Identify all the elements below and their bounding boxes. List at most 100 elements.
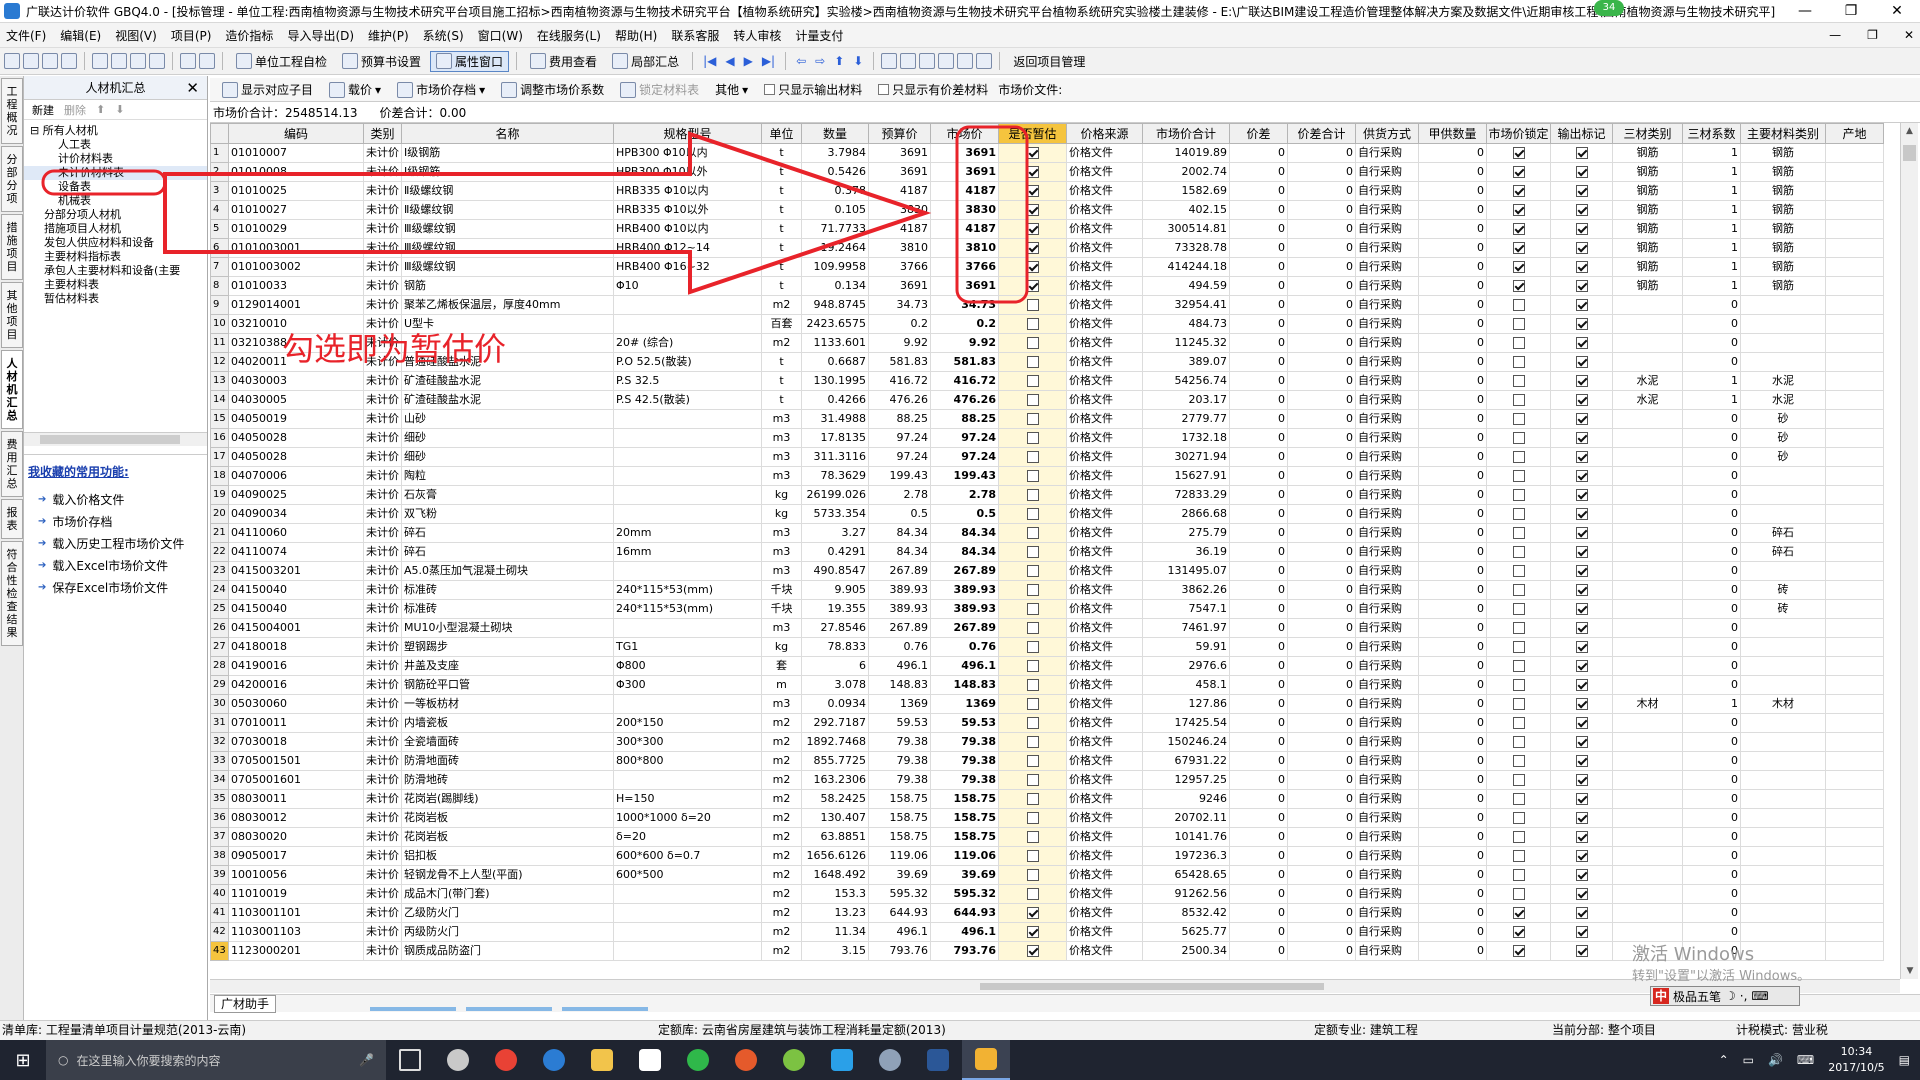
grid-icon[interactable] <box>957 53 974 69</box>
row-number[interactable]: 13 <box>210 371 229 391</box>
table-cell[interactable]: 3691 <box>930 143 999 163</box>
table-cell[interactable]: 自行采购 <box>1355 162 1419 182</box>
table-cell[interactable]: t <box>761 219 802 239</box>
table-cell[interactable]: Φ300 <box>613 675 762 695</box>
new-file-icon[interactable] <box>4 53 20 69</box>
table-cell[interactable]: 3691 <box>930 162 999 182</box>
table-cell[interactable] <box>1740 903 1826 923</box>
table-cell[interactable] <box>1740 751 1826 771</box>
table-cell[interactable] <box>1550 865 1613 885</box>
wechat-icon[interactable] <box>674 1040 722 1080</box>
table-cell[interactable] <box>1740 922 1826 942</box>
table-cell[interactable]: 0 <box>1418 314 1487 334</box>
table-cell[interactable]: 未计价 <box>363 751 402 771</box>
table-cell[interactable]: 4187 <box>930 219 999 239</box>
table-cell[interactable] <box>1612 523 1683 543</box>
table-cell[interactable]: 花岗岩板 <box>401 808 614 828</box>
table-cell[interactable]: 150246.24 <box>1142 732 1230 752</box>
checkbox-unchecked-icon[interactable] <box>1026 755 1039 767</box>
table-cell[interactable]: 84.34 <box>868 523 931 543</box>
table-cell[interactable] <box>998 485 1067 505</box>
table-cell[interactable]: 65428.65 <box>1142 865 1230 885</box>
table-cell[interactable]: 0 <box>1682 352 1741 372</box>
table-cell[interactable]: m2 <box>761 922 802 942</box>
table-cell[interactable]: 9.92 <box>868 333 931 353</box>
table-cell[interactable]: 未计价 <box>363 162 402 182</box>
table-cell[interactable]: 自行采购 <box>1355 504 1419 524</box>
table-cell[interactable] <box>1825 884 1884 904</box>
table-cell[interactable] <box>1550 808 1613 828</box>
menu-item[interactable]: 造价指标 <box>225 27 273 44</box>
table-cell[interactable] <box>1825 599 1884 619</box>
table-cell[interactable] <box>1825 827 1884 847</box>
table-cell[interactable] <box>1550 238 1613 258</box>
table-cell[interactable]: HRB335 Φ10以外 <box>613 200 762 220</box>
table-cell[interactable]: 595.32 <box>868 884 931 904</box>
checkbox-unchecked-icon[interactable] <box>1512 451 1525 463</box>
export-icon[interactable] <box>938 53 955 69</box>
table-cell[interactable]: m2 <box>761 713 802 733</box>
table-cell[interactable]: 价格文件 <box>1066 162 1143 182</box>
table-cell[interactable]: 1 <box>1682 200 1741 220</box>
table-cell[interactable] <box>1550 751 1613 771</box>
table-cell[interactable]: 416.72 <box>930 371 999 391</box>
table-cell[interactable]: 2.78 <box>930 485 999 505</box>
table-cell[interactable] <box>1486 827 1551 847</box>
row-number[interactable]: 7 <box>210 257 229 277</box>
table-cell[interactable] <box>998 447 1067 467</box>
blue-app-icon[interactable] <box>818 1040 866 1080</box>
checkbox-checked-icon[interactable] <box>1575 907 1588 919</box>
table-cell[interactable] <box>1550 276 1613 296</box>
table-cell[interactable]: kg <box>761 485 802 505</box>
table-cell[interactable]: 0 <box>1418 694 1487 714</box>
table-cell[interactable]: 0 <box>1287 884 1356 904</box>
table-cell[interactable]: 79.38 <box>930 751 999 771</box>
table-cell[interactable]: 34.73 <box>930 295 999 315</box>
table-cell[interactable]: 9246 <box>1142 789 1230 809</box>
table-cell[interactable]: 钢筋 <box>1740 257 1826 277</box>
table-cell[interactable] <box>1740 352 1826 372</box>
table-cell[interactable] <box>1612 865 1683 885</box>
table-cell[interactable]: 钢筋 <box>1612 200 1683 220</box>
table-row[interactable]: 16 04050028 未计价 细砂 m3 17.8135 97.24 97.24 价格文件 17… <box>210 428 1884 448</box>
table-cell[interactable]: 1103001101 <box>228 903 364 923</box>
table-cell[interactable]: kg <box>761 504 802 524</box>
child-close-icon[interactable]: ✕ <box>1898 28 1920 42</box>
table-cell[interactable]: 价格文件 <box>1066 181 1143 201</box>
table-row[interactable]: 8 01010033 未计价 钢筋 Φ10 t 0.134 3691 3691 价格文件 494.5… <box>210 276 1884 296</box>
column-header[interactable]: 预算价 <box>868 123 931 144</box>
table-cell[interactable]: 水泥 <box>1740 371 1826 391</box>
table-cell[interactable] <box>613 314 762 334</box>
checkbox-unchecked-icon[interactable] <box>1026 508 1039 520</box>
table-cell[interactable]: 0 <box>1287 580 1356 600</box>
table-cell[interactable]: 27.8546 <box>801 618 869 638</box>
checkbox-unchecked-icon[interactable] <box>1026 679 1039 691</box>
table-cell[interactable] <box>1740 466 1826 486</box>
table-cell[interactable]: 1 <box>1682 276 1741 296</box>
table-cell[interactable]: 0 <box>1418 599 1487 619</box>
table-cell[interactable] <box>998 675 1067 695</box>
table-cell[interactable] <box>1740 865 1826 885</box>
table-cell[interactable]: 0 <box>1287 922 1356 942</box>
table-cell[interactable]: 0 <box>1418 447 1487 467</box>
table-cell[interactable]: 0 <box>1418 238 1487 258</box>
table-cell[interactable]: 自行采购 <box>1355 922 1419 942</box>
checkbox-unchecked-icon[interactable] <box>1512 508 1525 520</box>
table-cell[interactable]: 10010056 <box>228 865 364 885</box>
table-cell[interactable] <box>1740 314 1826 334</box>
menu-item[interactable]: 文件(F) <box>6 27 46 44</box>
table-cell[interactable]: Φ800 <box>613 656 762 676</box>
checkbox-unchecked-icon[interactable] <box>1026 413 1039 425</box>
table-cell[interactable]: 389.93 <box>868 599 931 619</box>
checkbox-unchecked-icon[interactable] <box>1026 850 1039 862</box>
table-cell[interactable]: 267.89 <box>930 618 999 638</box>
up-arrow-icon[interactable]: ⌃ <box>1719 1053 1729 1067</box>
table-cell[interactable]: 79.38 <box>930 770 999 790</box>
table-cell[interactable]: 240*115*53(mm) <box>613 599 762 619</box>
column-header[interactable]: 价差 <box>1229 123 1288 144</box>
table-row[interactable]: 30 05030060 未计价 一等板枋材 m3 0.0934 1369 1369 价格文件 12… <box>210 694 1884 714</box>
table-cell[interactable] <box>613 941 762 961</box>
table-cell[interactable] <box>1550 789 1613 809</box>
table-cell[interactable]: 0 <box>1682 523 1741 543</box>
table-cell[interactable]: m3 <box>761 466 802 486</box>
